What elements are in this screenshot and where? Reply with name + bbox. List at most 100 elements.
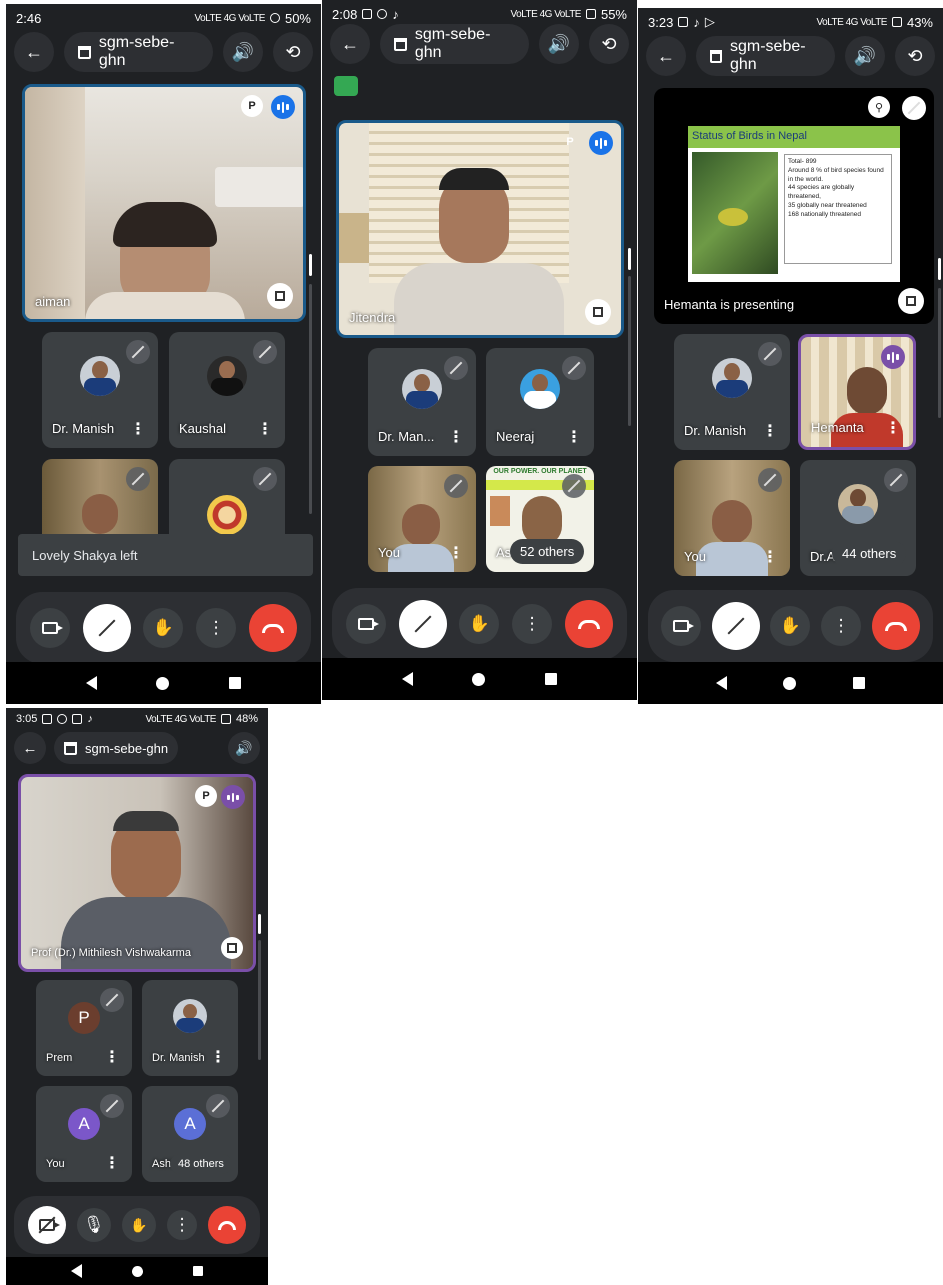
more-options-button[interactable]: ⋮ — [821, 606, 862, 646]
more-vert-icon[interactable]: ⋮ — [566, 430, 582, 446]
pin-icon[interactable]: P — [195, 785, 217, 807]
end-call-button[interactable] — [208, 1206, 247, 1244]
expand-button[interactable] — [267, 283, 293, 309]
nav-recents-icon[interactable] — [193, 1266, 203, 1276]
battery-level: 48% — [235, 713, 258, 725]
cast-icon[interactable] — [334, 76, 358, 96]
raise-hand-button[interactable]: ✋ — [121, 1208, 156, 1242]
participant-tile[interactable]: Dr.A 44 others — [800, 460, 916, 576]
more-options-button[interactable]: ⋮ — [196, 608, 237, 648]
participant-tile[interactable]: Hemanta ⋮ — [798, 334, 916, 450]
camera-button[interactable] — [30, 608, 71, 648]
nav-back-icon[interactable] — [85, 676, 97, 690]
participant-tile[interactable]: Dr. Man... ⋮ — [368, 348, 476, 456]
switch-camera-button[interactable]: ⟲ — [589, 24, 629, 64]
more-vert-icon[interactable]: ⋮ — [762, 550, 778, 566]
back-button[interactable]: ← — [14, 32, 54, 72]
speaker-button[interactable]: 🔊 — [228, 732, 260, 764]
nav-back-icon[interactable] — [71, 1264, 82, 1278]
mic-button[interactable] — [82, 604, 131, 652]
nav-home-icon[interactable] — [132, 1265, 143, 1277]
pin-icon[interactable]: P — [559, 131, 581, 153]
raise-hand-button[interactable]: ✋ — [770, 606, 811, 646]
expand-button[interactable] — [585, 299, 611, 325]
mic-button[interactable] — [711, 602, 760, 650]
participant-name: Dr. Manish — [684, 423, 747, 438]
end-call-button[interactable] — [871, 602, 920, 650]
speaker-button[interactable]: 🔊 — [845, 36, 885, 76]
more-vert-icon[interactable]: ⋮ — [104, 1050, 120, 1066]
main-video-tile[interactable]: P Jitendra — [336, 120, 624, 338]
nav-recents-icon[interactable] — [229, 677, 242, 689]
more-options-button[interactable]: ⋮ — [167, 1210, 198, 1240]
more-vert-icon[interactable]: ⋮ — [210, 1050, 226, 1066]
nav-recents-icon[interactable] — [545, 673, 558, 685]
speaker-button[interactable]: 🔊 — [539, 24, 579, 64]
scrollbar[interactable] — [258, 914, 261, 934]
back-button[interactable]: ← — [646, 36, 686, 76]
meeting-info-button[interactable]: sgm-sebe-ghn — [696, 36, 835, 76]
camera-button[interactable] — [27, 1206, 66, 1244]
scrollbar[interactable] — [309, 254, 312, 276]
more-vert-icon[interactable]: ⋮ — [130, 422, 146, 438]
back-button[interactable]: ← — [14, 732, 46, 764]
others-count-badge[interactable]: 48 others — [170, 1154, 232, 1174]
nav-home-icon[interactable] — [783, 676, 797, 690]
participant-tile[interactable]: Dr. Manish ⋮ — [42, 332, 158, 448]
others-count-badge[interactable]: 44 others — [832, 541, 907, 566]
nav-home-icon[interactable] — [156, 676, 170, 690]
mic-off-icon — [253, 467, 277, 491]
main-video-tile[interactable]: P aiman — [22, 84, 306, 322]
more-vert-icon[interactable]: ⋮ — [448, 430, 464, 446]
more-vert-icon[interactable]: ⋮ — [104, 1156, 120, 1172]
participant-tile[interactable]: Kaushal ⋮ — [169, 332, 285, 448]
speaker-button[interactable]: 🔊 — [223, 32, 263, 72]
expand-button[interactable] — [221, 937, 243, 959]
switch-camera-button[interactable]: ⟲ — [273, 32, 313, 72]
participant-tile[interactable]: A You ⋮ — [36, 1086, 132, 1182]
raise-hand-icon: ✋ — [130, 1216, 148, 1233]
others-count-badge[interactable]: 52 others — [510, 539, 585, 564]
camera-button[interactable] — [346, 604, 387, 644]
presentation-tile[interactable]: Status of Birds in Nepal Total- 899 Arou… — [654, 88, 934, 324]
more-options-button[interactable]: ⋮ — [512, 604, 553, 644]
nav-back-icon[interactable] — [716, 676, 728, 690]
raise-hand-button[interactable]: ✋ — [459, 604, 500, 644]
participant-tile[interactable]: You ⋮ — [368, 466, 476, 572]
participant-tile[interactable]: You ⋮ — [674, 460, 790, 576]
mic-off-icon — [562, 474, 586, 498]
nav-back-icon[interactable] — [401, 672, 413, 686]
more-vert-icon[interactable]: ⋮ — [257, 422, 273, 438]
mic-off-icon — [206, 1094, 230, 1118]
expand-button[interactable] — [898, 288, 924, 314]
pin-icon[interactable]: ⚲ — [868, 96, 890, 118]
meeting-info-button[interactable]: sgm-sebe-ghn — [64, 32, 213, 72]
participant-tile[interactable]: Dr. Manish ⋮ — [142, 980, 238, 1076]
participant-tile[interactable]: Neeraj ⋮ — [486, 348, 594, 456]
switch-camera-button[interactable]: ⟲ — [895, 36, 935, 76]
participant-tile[interactable]: OUR POWER. OUR PLANET As 52 others — [486, 466, 594, 572]
mic-button[interactable]: 🎙 — [76, 1208, 111, 1242]
participant-tile[interactable]: Dr. Manish ⋮ — [674, 334, 790, 450]
more-vert-icon[interactable]: ⋮ — [448, 546, 464, 562]
more-vert-icon[interactable]: ⋮ — [762, 424, 778, 440]
avatar — [520, 369, 560, 410]
end-call-icon — [577, 619, 600, 629]
nav-home-icon[interactable] — [472, 672, 486, 686]
participant-tile[interactable]: A Ashi 48 others — [142, 1086, 238, 1182]
participant-tile[interactable]: P Prem ⋮ — [36, 980, 132, 1076]
mic-button[interactable] — [398, 600, 447, 648]
end-call-button[interactable] — [564, 600, 613, 648]
meeting-info-button[interactable]: sgm-sebe-ghn — [54, 732, 179, 764]
camera-button[interactable] — [661, 606, 702, 646]
more-vert-icon[interactable]: ⋮ — [885, 421, 901, 437]
scrollbar[interactable] — [938, 258, 941, 280]
raise-hand-button[interactable]: ✋ — [143, 608, 184, 648]
meeting-info-button[interactable]: sgm-sebe-ghn — [380, 24, 529, 64]
pin-icon[interactable]: P — [241, 95, 263, 117]
nav-recents-icon[interactable] — [852, 677, 865, 689]
main-video-tile[interactable]: P Prof (Dr.) Mithilesh Vishwakarma — [18, 774, 256, 972]
back-button[interactable]: ← — [330, 24, 370, 64]
scrollbar[interactable] — [628, 248, 631, 270]
end-call-button[interactable] — [248, 604, 297, 652]
